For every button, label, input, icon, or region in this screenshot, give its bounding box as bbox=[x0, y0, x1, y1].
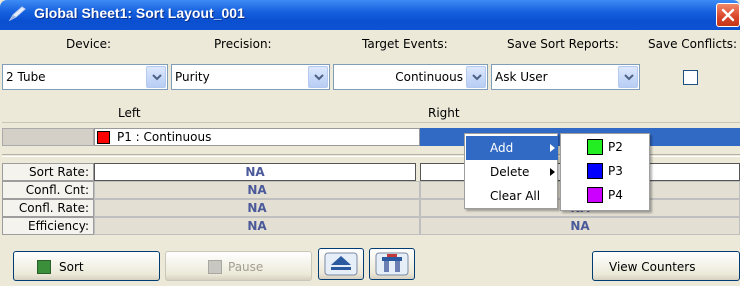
chevron-down-icon[interactable] bbox=[146, 66, 166, 88]
submenu-item-p2[interactable]: P2 bbox=[561, 136, 649, 160]
sort-button[interactable]: Sort bbox=[13, 251, 160, 281]
efficiency-label: Efficiency: bbox=[2, 217, 94, 235]
pencil-icon bbox=[8, 6, 26, 22]
gate-row-header bbox=[2, 128, 94, 146]
menu-item-label: Delete bbox=[490, 165, 530, 179]
chevron-down-icon[interactable] bbox=[308, 66, 328, 88]
precision-select[interactable]: Purity bbox=[171, 64, 330, 90]
left-gate-label: P1 : Continuous bbox=[117, 130, 212, 144]
pause-button-label: Pause bbox=[228, 260, 264, 274]
save-sort-reports-select[interactable]: Ask User bbox=[491, 64, 640, 90]
gray-square-icon bbox=[208, 260, 222, 274]
target-events-label: Target Events: bbox=[362, 37, 448, 51]
device-value: 2 Tube bbox=[6, 70, 46, 84]
submenu-item-label: P3 bbox=[608, 164, 623, 178]
gate-color-swatch bbox=[97, 131, 110, 144]
target-events-select[interactable]: Continuous bbox=[333, 64, 488, 90]
device-holder-button[interactable] bbox=[369, 248, 415, 280]
menu-item-add[interactable]: Add bbox=[466, 136, 558, 160]
divider bbox=[2, 122, 740, 123]
left-column-header: Left bbox=[118, 106, 141, 120]
device-select[interactable]: 2 Tube bbox=[2, 64, 168, 90]
eject-button[interactable] bbox=[318, 248, 364, 280]
sort-button-label: Sort bbox=[59, 260, 84, 274]
submenu-item-label: P2 bbox=[608, 140, 623, 154]
close-button[interactable] bbox=[716, 3, 740, 27]
efficiency-left: NA bbox=[94, 217, 420, 235]
gate-color-swatch bbox=[587, 163, 603, 179]
chevron-down-icon[interactable] bbox=[618, 66, 638, 88]
green-square-icon bbox=[37, 260, 51, 274]
precision-label: Precision: bbox=[214, 37, 272, 51]
pause-button[interactable]: Pause bbox=[165, 251, 312, 281]
menu-item-clear-all[interactable]: Clear All bbox=[466, 184, 558, 208]
sort-rate-label: Sort Rate: bbox=[2, 163, 94, 181]
tube-holder-icon bbox=[375, 252, 409, 276]
add-submenu: P2 P3 P4 bbox=[560, 133, 650, 211]
confl-cnt-label: Confl. Cnt: bbox=[2, 181, 94, 199]
save-conflicts-checkbox[interactable] bbox=[683, 70, 698, 85]
submenu-item-label: P4 bbox=[608, 188, 623, 202]
submenu-arrow-icon bbox=[550, 144, 555, 152]
precision-value: Purity bbox=[175, 70, 210, 84]
save-sort-reports-value: Ask User bbox=[495, 70, 548, 84]
confl-rate-label: Confl. Rate: bbox=[2, 199, 94, 217]
submenu-item-p3[interactable]: P3 bbox=[561, 160, 649, 184]
confl-rate-left: NA bbox=[94, 199, 420, 217]
eject-icon bbox=[324, 252, 358, 276]
left-gate-cell[interactable]: P1 : Continuous bbox=[94, 128, 420, 146]
gate-color-swatch bbox=[587, 187, 603, 203]
target-events-value: Continuous bbox=[395, 70, 463, 84]
efficiency-right: NA bbox=[420, 217, 740, 235]
right-column-header: Right bbox=[428, 106, 460, 120]
gate-color-swatch bbox=[587, 139, 603, 155]
device-label: Device: bbox=[66, 37, 112, 51]
sort-rate-left: NA bbox=[94, 163, 416, 181]
submenu-arrow-icon bbox=[550, 168, 555, 176]
chevron-down-icon[interactable] bbox=[466, 66, 486, 88]
close-icon bbox=[721, 8, 735, 22]
window-title: Global Sheet1: Sort Layout_001 bbox=[34, 5, 245, 21]
view-counters-label: View Counters bbox=[609, 260, 696, 274]
submenu-item-p4[interactable]: P4 bbox=[561, 184, 649, 208]
context-menu: Add Delete Clear All bbox=[464, 133, 558, 209]
menu-item-label: Add bbox=[490, 141, 514, 155]
confl-cnt-left: NA bbox=[94, 181, 420, 199]
menu-item-label: Clear All bbox=[490, 189, 541, 203]
view-counters-button[interactable]: View Counters bbox=[592, 251, 740, 281]
save-conflicts-label: Save Conflicts: bbox=[648, 37, 738, 51]
menu-item-delete[interactable]: Delete bbox=[466, 160, 558, 184]
save-sort-reports-label: Save Sort Reports: bbox=[507, 37, 619, 51]
title-bar: Global Sheet1: Sort Layout_001 bbox=[0, 0, 740, 30]
